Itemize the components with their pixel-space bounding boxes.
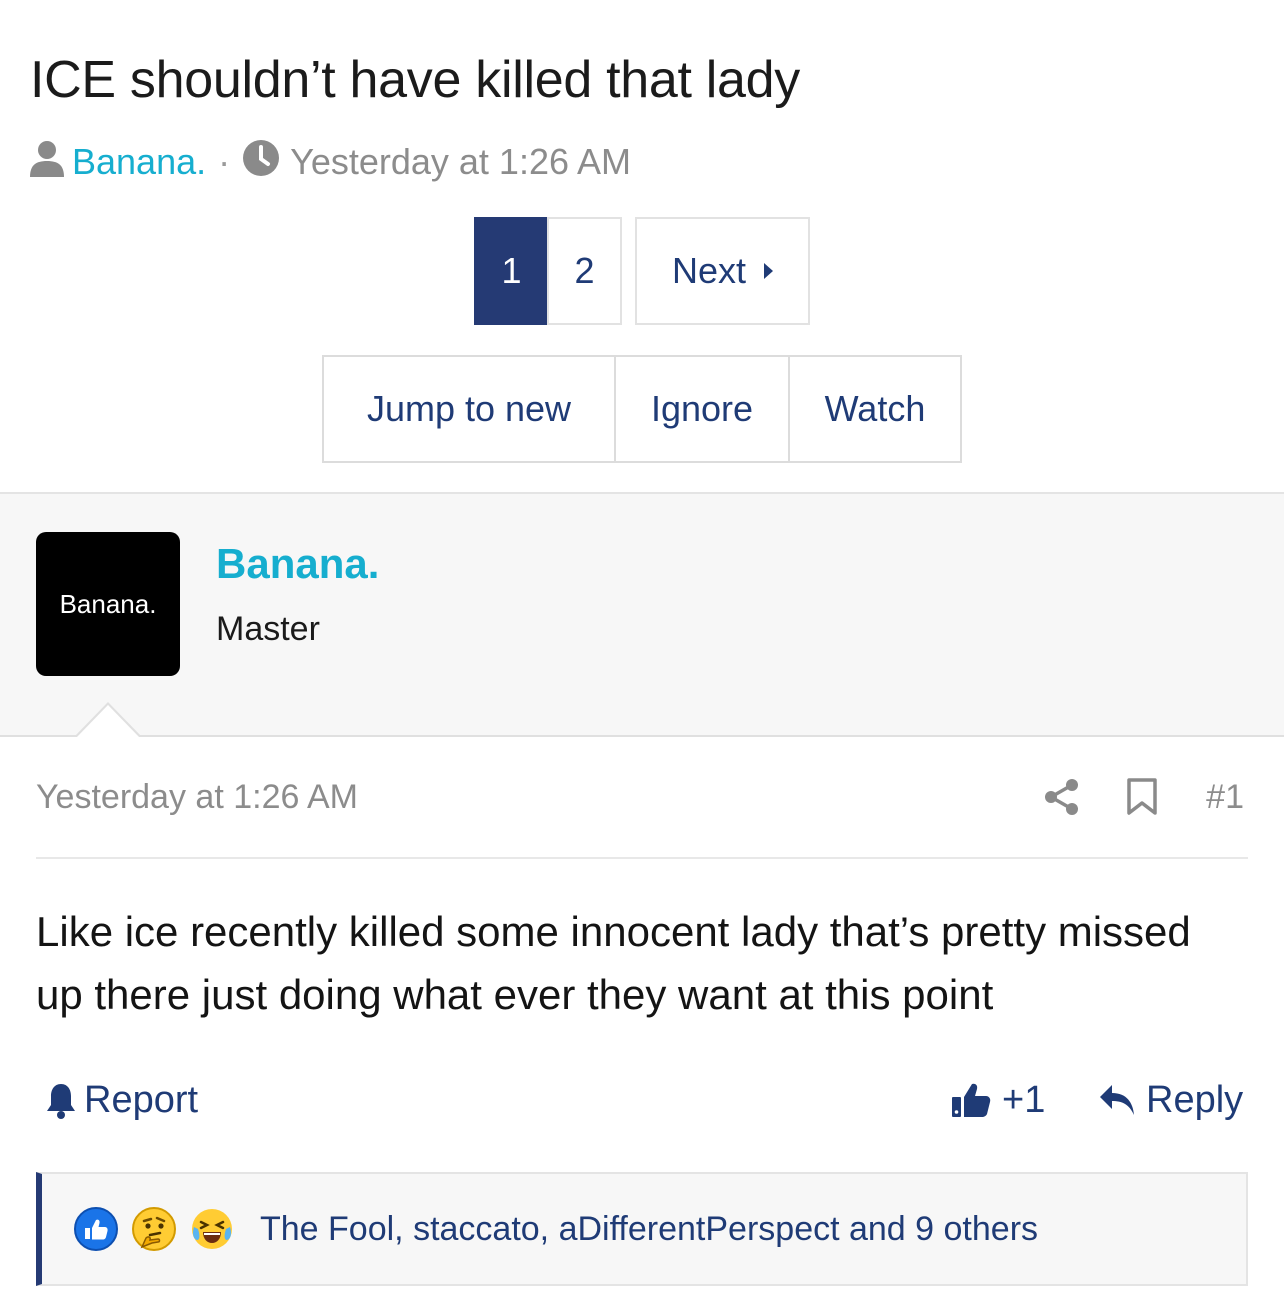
reactions-bar[interactable]: The Fool, staccato, aDifferentPerspect a… <box>36 1172 1248 1286</box>
plus-one-button[interactable]: +1 <box>950 1076 1045 1124</box>
plus-one-label: +1 <box>1002 1078 1046 1121</box>
laughing-reaction-icon <box>190 1207 234 1251</box>
avatar[interactable]: Banana. <box>36 532 180 676</box>
post-divider <box>36 857 1248 859</box>
clock-icon <box>242 139 280 186</box>
post-body: Like ice recently killed some innocent l… <box>36 908 1191 1018</box>
avatar-text: Banana. <box>59 588 157 619</box>
watch-button[interactable]: Watch <box>788 357 960 461</box>
thinking-reaction-icon <box>132 1207 176 1251</box>
reply-arrow-icon <box>1098 1083 1146 1117</box>
reply-label: Reply <box>1146 1078 1244 1121</box>
thread-action-bar: Jump to new Ignore Watch <box>322 355 962 463</box>
post-number[interactable]: #1 <box>1196 778 1244 817</box>
meta-separator: · <box>218 141 231 182</box>
page-2-button[interactable]: 2 <box>547 217 622 325</box>
bell-icon <box>44 1081 84 1119</box>
thumbs-up-icon <box>950 1081 1002 1119</box>
thread-title: ICE shouldn’t have killed that lady <box>30 51 800 109</box>
next-label: Next <box>671 250 747 291</box>
post-user-panel <box>0 492 1284 737</box>
post-username[interactable]: Banana. <box>216 540 379 588</box>
user-icon <box>30 139 64 186</box>
ignore-button[interactable]: Ignore <box>614 357 788 461</box>
caret-right-icon <box>764 263 774 279</box>
report-button[interactable]: Report <box>44 1076 198 1124</box>
like-reaction-icon <box>74 1207 118 1251</box>
share-icon[interactable] <box>1044 778 1080 821</box>
user-title: Master <box>216 610 320 648</box>
post-time[interactable]: Yesterday at 1:26 AM <box>36 778 358 817</box>
reactions-list[interactable]: The Fool, staccato, aDifferentPerspect a… <box>260 1210 1038 1249</box>
thread-author-link[interactable]: Banana. <box>72 141 206 183</box>
next-page-button[interactable]: Next <box>635 217 810 325</box>
thread-start-time[interactable]: Yesterday at 1:26 AM <box>290 141 631 183</box>
jump-to-new-button[interactable]: Jump to new <box>324 357 614 461</box>
reply-button[interactable]: Reply <box>1098 1076 1243 1124</box>
bookmark-icon[interactable] <box>1126 778 1158 821</box>
panel-pointer-fill <box>76 705 140 738</box>
thread-meta: Banana. · Yesterday at 1:26 AM <box>30 139 631 186</box>
page-1-button[interactable]: 1 <box>474 217 549 325</box>
report-label: Report <box>84 1078 199 1121</box>
